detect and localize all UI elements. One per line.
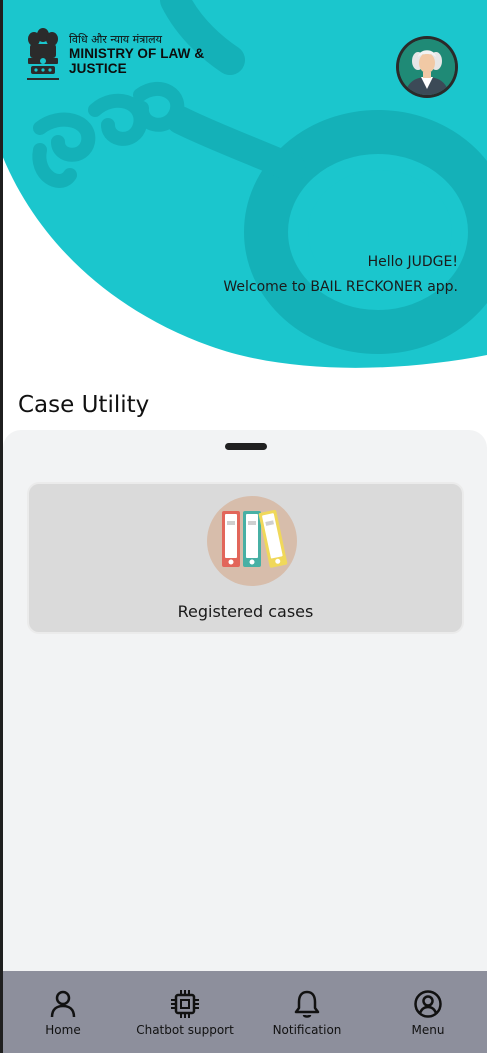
ministry-line-2: JUSTICE <box>69 61 127 76</box>
nav-home[interactable]: Home <box>33 971 93 1053</box>
nav-menu[interactable]: Menu <box>398 971 458 1053</box>
ministry-title: विधि और न्याय मंत्रालय MINISTRY OF LAW &… <box>69 33 204 76</box>
bottom-navigation: Home Chatbot support Notification Menu <box>0 971 487 1053</box>
bottom-sheet: Registered cases <box>3 430 487 971</box>
nav-chatbot-support[interactable]: Chatbot support <box>130 971 240 1053</box>
nav-menu-label: Menu <box>411 1023 445 1037</box>
nav-chatbot-label: Chatbot support <box>136 1023 234 1037</box>
nav-notification-label: Notification <box>272 1023 342 1037</box>
greeting-text: Hello JUDGE! <box>367 254 458 270</box>
judge-avatar[interactable] <box>396 36 458 98</box>
chip-icon <box>171 990 199 1018</box>
bell-icon <box>294 990 320 1018</box>
ministry-hindi-text: विधि और न्याय मंत्रालय <box>69 33 163 46</box>
national-emblem-icon <box>24 26 62 86</box>
card-label: Registered cases <box>177 602 314 621</box>
ministry-line-1: MINISTRY OF LAW & <box>69 46 205 61</box>
account-circle-icon <box>414 990 442 1018</box>
judge-icon <box>399 39 455 95</box>
window-edge <box>0 0 3 1053</box>
section-title: Case Utility <box>18 392 150 418</box>
registered-cases-card[interactable]: Registered cases <box>27 482 464 634</box>
binders-icon <box>206 495 298 587</box>
sheet-drag-handle[interactable] <box>225 443 267 450</box>
header-banner: विधि और न्याय मंत्रालय MINISTRY OF LAW &… <box>0 0 487 372</box>
nav-notification[interactable]: Notification <box>266 971 348 1053</box>
welcome-text: Welcome to BAIL RECKONER app. <box>223 279 458 295</box>
nav-home-label: Home <box>45 1023 81 1037</box>
person-icon <box>50 990 76 1018</box>
